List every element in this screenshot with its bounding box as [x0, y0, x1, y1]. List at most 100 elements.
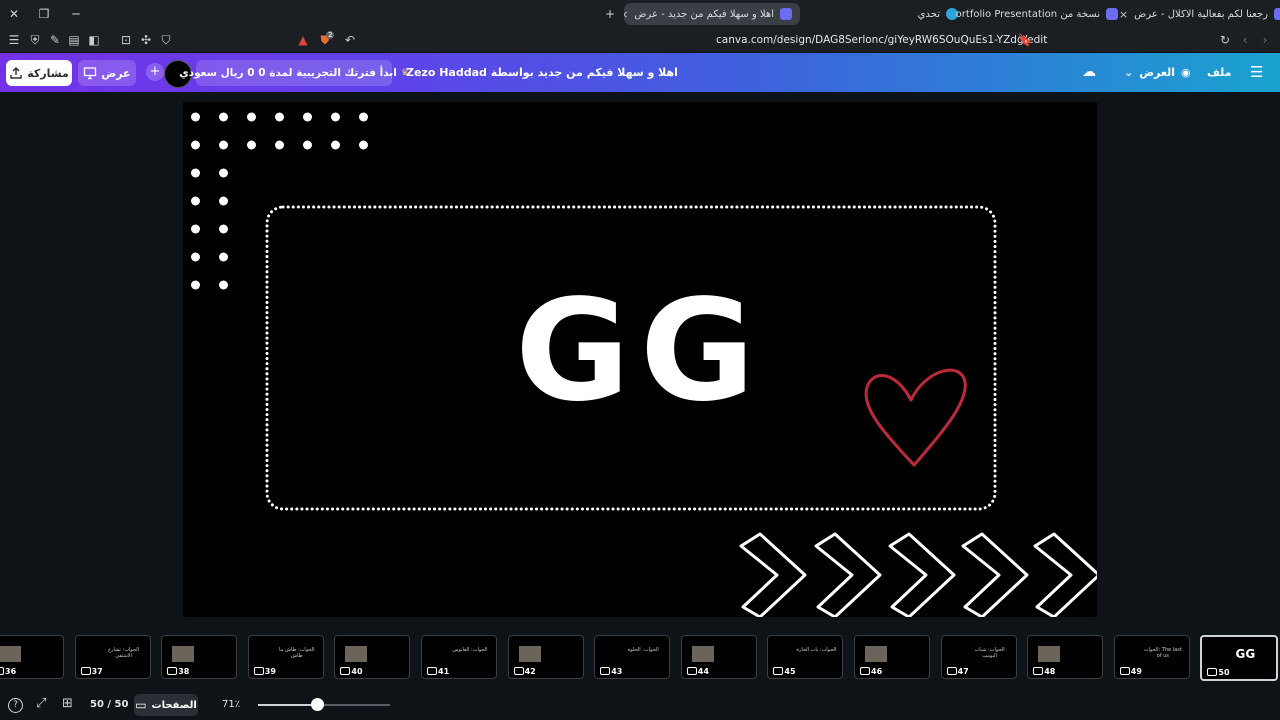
thumbnail-text: الجواب: باب الحارة	[796, 647, 837, 653]
chevron-down-icon: ⌄	[1124, 66, 1134, 79]
tabs-icon[interactable]: ▤	[66, 28, 82, 52]
thumbnail-photo	[518, 646, 541, 662]
window-close-icon[interactable]: ✕	[6, 6, 22, 22]
grid-view-icon[interactable]: ⊞	[62, 696, 73, 711]
cloud-saved-icon[interactable]: ☁	[1082, 64, 1096, 80]
zoom-slider-handle[interactable]	[310, 698, 324, 711]
page-thumbnail[interactable]: الجواب: تشارع الاشتقي 37	[74, 635, 151, 679]
new-tab-button[interactable]: +	[602, 6, 618, 22]
page-thumbnail[interactable]: الجواب: The last of us 49	[1113, 635, 1190, 679]
zoom-value: 71٪	[222, 699, 241, 710]
url-bar[interactable]: canva.com/design/DAG8Serlonc/giYeyRW6SOu…	[716, 28, 1047, 52]
thumbnail-page-number: 37	[91, 667, 103, 676]
tab-title: تحدي	[917, 8, 940, 20]
add-collaborator-button[interactable]: +	[146, 63, 164, 81]
page-thumbnail[interactable]: الجواب: شباب البومب 47	[940, 635, 1017, 679]
thumbnail-page-number: 39	[264, 667, 276, 676]
comment-icon	[1119, 667, 1130, 675]
comment-icon	[1033, 667, 1044, 675]
thumbnail-page-number: 40	[351, 667, 363, 676]
present-label: عرض	[101, 66, 131, 80]
hamburger-menu-icon[interactable]: ☰	[1250, 63, 1263, 81]
present-screen-icon	[84, 67, 97, 80]
slide-title-text[interactable]: GG	[183, 270, 1097, 433]
vpn-icon[interactable]: ⛉	[158, 28, 174, 52]
pages-toggle-button[interactable]: الصفحات ▭	[134, 694, 198, 716]
comment-icon	[860, 667, 870, 675]
slide-canvas[interactable]: GG	[183, 102, 1097, 617]
browser-tab-event[interactable]: رجعنا لكم بفعالية الاكلال - عرض ×	[1118, 3, 1280, 25]
thumbnail-page-number: 36	[5, 667, 17, 676]
bookmark-icon[interactable]: 🔖	[1017, 28, 1033, 52]
page-thumbnail[interactable]: GG 50	[1200, 635, 1279, 681]
pin-icon[interactable]: ✎	[47, 28, 63, 52]
thumbnail-text: الجواب: الفانوس	[452, 647, 488, 653]
thumbnail-text: GG	[1235, 647, 1256, 661]
page-thumbnail[interactable]: 48	[1027, 635, 1104, 679]
zoom-slider-fill	[258, 704, 318, 706]
upload-icon	[10, 67, 22, 79]
browser-tab-portfolio[interactable]: نسخة من Geometric Portfolio Presentation	[956, 3, 1126, 25]
dot-grid-decoration	[191, 112, 368, 290]
page-thumbnail[interactable]: الجواب: الخلوة 43	[594, 635, 671, 679]
tab-title: نسخة من Geometric Portfolio Presentation	[956, 8, 1100, 20]
page-thumbnail[interactable]: الجواب: طاش ما طاش 39	[247, 635, 324, 679]
tab-close-icon[interactable]: ×	[624, 8, 628, 21]
page-thumbnail[interactable]: 46	[854, 635, 930, 679]
browser-tab-active[interactable]: اهلا و سهلا فيكم من جديد - عرض ×	[624, 3, 800, 25]
thumbnail-page-number: 47	[957, 667, 969, 676]
thumbnail-page-number: 44	[697, 667, 709, 676]
thumbnail-page-number: 45	[784, 667, 796, 676]
window-minimize-icon[interactable]: ─	[68, 6, 84, 22]
thumbnail-text: الجواب: طاش ما طاش	[279, 647, 315, 659]
menu-icon[interactable]: ☰	[6, 28, 22, 52]
tab-close-icon[interactable]: ×	[1119, 8, 1128, 21]
shield-icon[interactable]: ⛨	[27, 28, 43, 52]
thumbnail-text: الجواب: الخلوة	[627, 647, 659, 653]
thumbnail-page-number: 49	[1130, 667, 1142, 676]
page-thumbnail[interactable]: الجواب: باب الحارة 45	[767, 635, 844, 679]
back-icon[interactable]: ‹	[1237, 28, 1253, 52]
comment-icon	[773, 667, 784, 675]
shields-count-badge: 2	[326, 31, 335, 39]
window-restore-icon[interactable]: ❐	[36, 6, 52, 22]
comment-icon	[427, 667, 437, 675]
page-thumbnail[interactable]: 38	[161, 635, 238, 679]
thumbnail-text: الجواب: تشارع الاشتقي	[108, 647, 140, 659]
design-title[interactable]: اهلا و سهلا فيكم من جديد بواسطة Zezo Had…	[406, 66, 678, 79]
browser-toolbar: ☰ ⛨ ✎ ▤ ◧ ⊡ ✣ ⛉ ▲ ⛊ 2 ↶ canva.com/design…	[0, 28, 1280, 52]
thumbnail-photo	[691, 646, 714, 662]
screenshot-icon[interactable]: ⊡	[118, 28, 134, 52]
comment-icon	[600, 667, 611, 675]
fullscreen-icon[interactable]: ⤢	[36, 696, 46, 711]
trial-button[interactable]: ♛ ابدأ فترتك التجريبية لمدة 0 0 ريال سعو…	[179, 60, 409, 86]
editor-footer: ? ⤢ ⊞ 50 / 50 الصفحات ▭ 71٪	[0, 690, 1280, 720]
brave-rewards-icon[interactable]: ▲	[295, 28, 311, 52]
file-menu[interactable]: ملف	[1207, 66, 1231, 79]
page-thumbnail[interactable]: 36	[0, 635, 64, 679]
extensions-icon[interactable]: ✣	[138, 28, 154, 52]
reload-icon[interactable]: ↻	[1217, 28, 1233, 52]
comment-icon	[513, 667, 524, 675]
tab-title: اهلا و سهلا فيكم من جديد - عرض	[634, 8, 774, 20]
present-button[interactable]: عرض	[78, 60, 136, 86]
page-thumbnail[interactable]: 42	[507, 635, 584, 679]
comment-icon	[0, 667, 4, 675]
thumbnail-page-number: 43	[611, 667, 623, 676]
canva-favicon-icon	[1274, 8, 1280, 20]
page-thumbnail[interactable]: 40	[334, 635, 411, 679]
page-thumbnails: 36 الجواب: تشارع الاشتقي 37 38 الجواب: طاش م…	[0, 632, 1280, 682]
thumbnail-text: الجواب: شباب البومب	[974, 647, 1005, 659]
page-thumbnail[interactable]: 44	[680, 635, 757, 679]
help-icon[interactable]: ?	[8, 698, 23, 713]
page-thumbnail[interactable]: الجواب: الفانوس 41	[421, 635, 497, 679]
sidebar-icon[interactable]: ◧	[86, 28, 102, 52]
zoom-slider-track[interactable]	[258, 704, 390, 706]
share-page-icon[interactable]: ↶	[342, 28, 358, 52]
chevron-arrows-decoration	[739, 532, 1097, 617]
share-button[interactable]: مشاركة	[6, 60, 72, 86]
view-menu[interactable]: ◉ العرض ⌄	[1124, 66, 1191, 79]
editor-header: مشاركة عرض + ♛ ابدأ فترتك التجريبية لمدة…	[0, 53, 1280, 92]
thumbnail-photo	[172, 646, 195, 662]
forward-icon[interactable]: ›	[1257, 28, 1273, 52]
